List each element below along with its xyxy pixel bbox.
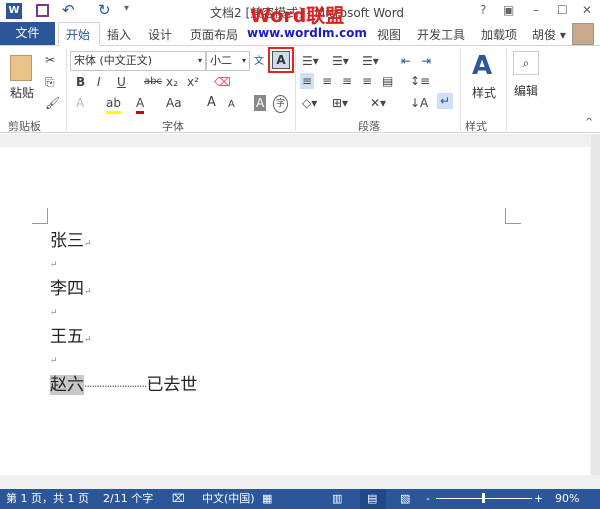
shrink-font-button[interactable]: A (228, 97, 235, 113)
vertical-scrollbar[interactable] (591, 134, 600, 475)
undo-icon[interactable]: ↶ (62, 1, 75, 19)
font-color-button[interactable]: A (136, 95, 145, 114)
tab-insert[interactable]: 插入 (107, 26, 131, 43)
borders-icon[interactable]: ⊞▾ (332, 95, 348, 111)
subscript-button[interactable]: x₂ (166, 74, 178, 90)
paragraph[interactable]: 李四↵ (50, 274, 92, 299)
help-button[interactable]: ? (480, 3, 486, 17)
show-marks-icon[interactable]: ↵ (437, 93, 454, 109)
increase-indent-icon[interactable]: ⇥ (421, 53, 431, 69)
tab-design[interactable]: 设计 (148, 26, 172, 43)
group-label-paragraph: 段落 (358, 120, 380, 133)
group-label-font: 字体 (162, 120, 184, 133)
clear-formatting-icon[interactable]: ⌫ (214, 74, 231, 90)
paragraph[interactable]: 张三↵ (50, 226, 92, 251)
collapse-ribbon-icon[interactable]: ^ (585, 117, 593, 128)
status-bar (0, 489, 600, 509)
highlight-color-button[interactable]: ab (106, 95, 121, 114)
zoom-level[interactable]: 90% (555, 489, 579, 509)
word-count[interactable]: 2/11 个字 (103, 489, 153, 509)
justify-icon[interactable]: ≡ (362, 73, 372, 89)
align-right-icon[interactable]: ≡ (342, 73, 352, 89)
bold-button[interactable]: B (76, 74, 85, 90)
user-account[interactable]: 胡俊 ▾ (532, 26, 566, 43)
numbering-icon[interactable]: ☰▾ (332, 53, 349, 69)
align-center-icon[interactable]: ≡ (322, 73, 332, 89)
customize-qat-icon[interactable]: ▾ (124, 3, 129, 14)
paste-icon[interactable] (10, 55, 32, 81)
tab-home[interactable]: 开始 (66, 26, 90, 43)
tab-developer[interactable]: 开发工具 (417, 26, 465, 43)
print-layout-icon[interactable]: ▤ (367, 489, 377, 509)
avatar[interactable] (572, 23, 594, 45)
page[interactable] (0, 147, 590, 475)
font-name-select[interactable]: 宋体 (中文正文) ▾ (70, 51, 206, 71)
find-icon[interactable]: ⌕ (513, 51, 539, 75)
cut-icon[interactable]: ✂ (45, 52, 55, 68)
selected-text: 赵六 (50, 375, 84, 395)
character-border-button[interactable]: A (272, 51, 290, 69)
group-label-clipboard: 剪贴板 (8, 120, 41, 133)
sort-icon[interactable]: ↓A (410, 95, 428, 111)
styles-icon[interactable]: A (472, 51, 492, 81)
italic-button[interactable]: I (97, 74, 101, 90)
minimize-button[interactable]: – (533, 3, 539, 17)
decrease-indent-icon[interactable]: ⇤ (401, 53, 411, 69)
format-painter-icon[interactable]: 🖌 (45, 95, 60, 111)
tab-layout[interactable]: 页面布局 (190, 26, 238, 43)
grow-font-button[interactable]: A (207, 95, 216, 111)
styles-button[interactable]: 样式 (472, 84, 496, 101)
character-shading-button[interactable]: A (254, 95, 267, 111)
paste-button[interactable]: 粘贴 (10, 84, 34, 101)
line-spacing-icon[interactable]: ↕≡ (410, 73, 430, 89)
bullets-icon[interactable]: ☰▾ (302, 53, 319, 69)
tab-view[interactable]: 视图 (377, 26, 401, 43)
tab-file[interactable]: 文件 (0, 22, 55, 45)
web-layout-icon[interactable]: ▧ (400, 489, 410, 509)
macro-record-icon[interactable]: ▦ (262, 489, 272, 509)
copy-icon[interactable]: ⎘ (45, 74, 55, 90)
paragraph[interactable]: 王五↵ (50, 322, 92, 347)
shading-icon[interactable]: ◇▾ (302, 95, 317, 111)
watermark-logo: Word联盟 (250, 5, 345, 27)
read-mode-icon[interactable]: ▥ (332, 489, 342, 509)
ribbon-display-button[interactable]: ▣ (503, 3, 514, 17)
close-button[interactable]: ✕ (582, 3, 592, 17)
phonetic-guide-button[interactable]: 文 (254, 54, 264, 70)
zoom-out-button[interactable]: - (426, 489, 430, 509)
text-effects-button[interactable]: A (76, 95, 84, 111)
language[interactable]: 中文(中国) (202, 489, 255, 509)
group-label-styles: 样式 (465, 120, 487, 133)
font-size-select[interactable]: 小二 ▾ (206, 51, 250, 71)
underline-button[interactable]: U (117, 74, 126, 90)
zoom-slider-thumb[interactable] (482, 493, 485, 503)
zoom-in-button[interactable]: + (534, 489, 543, 509)
enclose-characters-button[interactable]: 字 (273, 95, 289, 113)
superscript-button[interactable]: x² (187, 74, 199, 90)
watermark-url: www.wordlm.com (247, 26, 367, 40)
paragraph-tab-leader[interactable]: 赵六·························已去世 (50, 370, 197, 395)
change-case-button[interactable]: Aa (166, 95, 182, 111)
editing-button[interactable]: 编辑 (514, 82, 538, 99)
asian-layout-icon[interactable]: ✕▾ (370, 95, 386, 111)
redo-icon[interactable]: ↻ (98, 1, 111, 19)
maximize-button[interactable]: ☐ (557, 3, 568, 17)
tab-addins[interactable]: 加载项 (481, 26, 517, 43)
word-app-icon[interactable]: W (6, 3, 22, 19)
align-left-icon[interactable]: ≡ (300, 73, 315, 89)
distributed-icon[interactable]: ▤ (382, 73, 393, 89)
save-icon[interactable] (36, 4, 49, 17)
strikethrough-button[interactable]: abc (144, 74, 162, 90)
multilevel-list-icon[interactable]: ☰▾ (362, 53, 379, 69)
page-count[interactable]: 第 1 页，共 1 页 (6, 489, 89, 509)
proofing-icon[interactable]: ⌧ (172, 489, 185, 509)
